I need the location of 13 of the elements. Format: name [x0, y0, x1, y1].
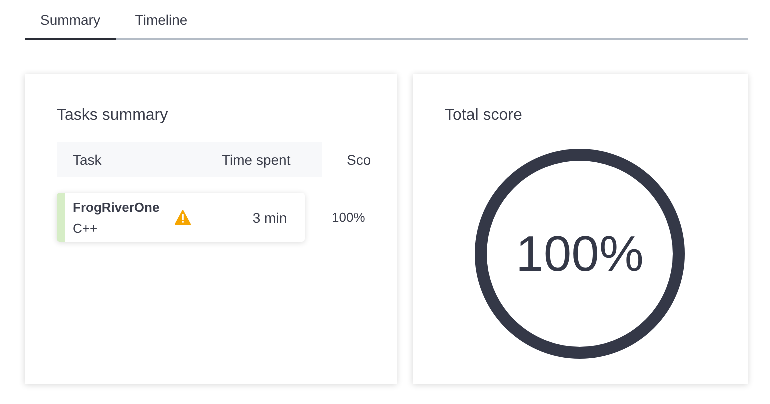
- task-language: C++: [73, 220, 99, 236]
- column-header: Sco: [347, 152, 372, 168]
- task-name: FrogRiverOne: [73, 200, 161, 214]
- score-value: 100%: [515, 228, 645, 280]
- task-row[interactable]: FrogRiverOne C++ 3 min: [57, 193, 305, 242]
- column-header: Time spent: [222, 152, 292, 168]
- card-title: Tasks summary: [57, 107, 170, 125]
- card-title: Total score: [445, 107, 524, 125]
- table-cell-text: 3 min: [252, 210, 288, 226]
- tab[interactable]: Summary: [25, 0, 116, 40]
- tab[interactable]: Timeline: [116, 0, 207, 40]
- table-cell: 100%: [332, 210, 366, 225]
- column-header: Task: [72, 152, 103, 168]
